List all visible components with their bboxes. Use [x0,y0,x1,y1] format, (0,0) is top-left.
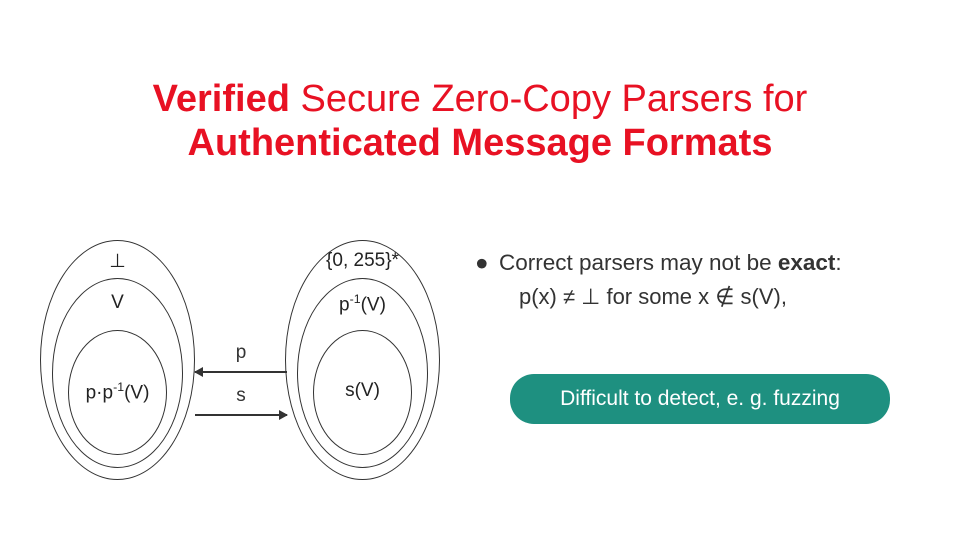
left-mid-label: V [52,292,183,314]
slide-title: Verified Secure Zero-Copy Parsers for Au… [0,78,960,165]
right-outer-label: {0, 255}* [285,250,440,272]
bullet-1-post: : [835,250,841,275]
title-part2: Secure Zero-Copy Parsers for [290,78,807,120]
callout-text: Difficult to detect, e. g. fuzzing [560,387,840,411]
title-part1: Verified [153,78,290,120]
mapping-arrows: p s [195,335,287,410]
bullet-1-sub: p(x) ≠ ⊥ for some x ∉ s(V), [519,282,930,312]
left-inner-sup: -1 [113,380,124,394]
bullet-1-pre: Correct parsers may not be [499,250,778,275]
left-inner-pre: p·p [86,382,113,403]
bullet-list: ● Correct parsers may not be exact: p(x)… [475,248,930,312]
arrow-p-label: p [236,342,247,364]
bullet-1-text: Correct parsers may not be exact: [499,248,930,278]
bullet-1: ● Correct parsers may not be exact: [475,248,930,278]
slide: Verified Secure Zero-Copy Parsers for Au… [0,0,960,540]
arrow-s-line [195,414,287,416]
left-outer-label: ⊥ [40,250,195,273]
left-inner-post: (V) [124,382,149,403]
right-mid-sup: -1 [350,292,361,306]
bullet-1-bold: exact [778,250,836,275]
right-mid-pre: p [339,294,350,315]
right-mid-post: (V) [361,294,386,315]
left-inner-label: p·p-1(V) [68,380,167,404]
right-inner-label: s(V) [313,380,412,402]
arrow-p: p [195,335,287,371]
arrow-p-line [195,371,287,373]
callout-pill: Difficult to detect, e. g. fuzzing [510,374,890,424]
title-part3: Authenticated Message Formats [188,122,773,164]
right-mid-label: p-1(V) [297,292,428,316]
arrow-s: s [195,378,287,414]
venn-diagram: ⊥ V p·p-1(V) {0, 255}* p-1(V) s(V) p s [40,240,450,510]
bullet-dot-icon: ● [475,248,499,278]
arrow-s-label: s [236,385,246,407]
